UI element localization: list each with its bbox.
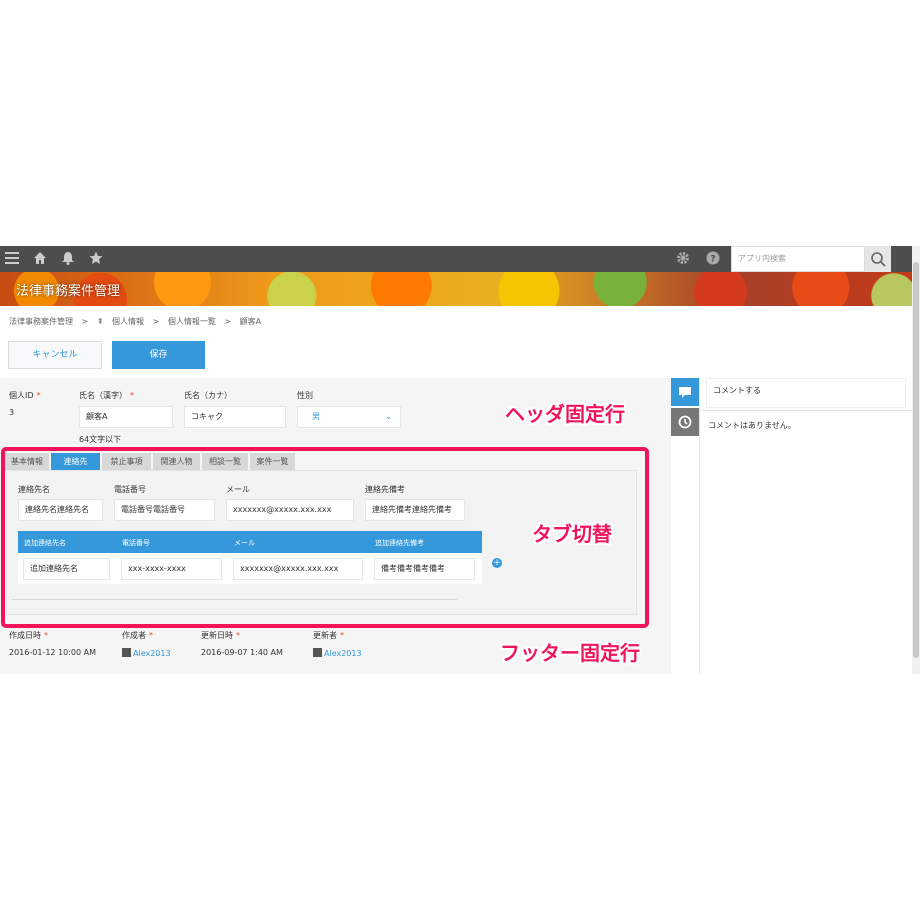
- id-label: 個人ID *: [9, 391, 41, 400]
- name-kanji-label: 氏名（漢字） *: [79, 391, 134, 400]
- name-kana-field[interactable]: コキャク: [184, 406, 286, 428]
- no-comments-message: コメントはありません。: [708, 421, 796, 430]
- menu-icon[interactable]: [5, 251, 19, 269]
- top-bar: ? アプリ内検索: [0, 246, 912, 272]
- updater-value: Alex2013: [313, 648, 362, 658]
- breadcrumb-app[interactable]: 法律事務案件管理: [9, 317, 73, 326]
- updated-at-value: 2016-09-07 1:40 AM: [201, 648, 283, 657]
- breadcrumb-record: 顧客A: [239, 317, 262, 326]
- breadcrumb-space[interactable]: 個人情報: [112, 317, 144, 326]
- app-title: 法律事務案件管理: [16, 284, 121, 299]
- chevron-down-icon: ⌄: [385, 412, 392, 421]
- creator-link[interactable]: Alex2013: [133, 649, 171, 658]
- star-icon[interactable]: [89, 251, 103, 269]
- divider: [700, 410, 912, 411]
- gender-select[interactable]: 男 ⌄: [297, 406, 401, 428]
- app-header-banner: 法律事務案件管理: [0, 272, 912, 306]
- breadcrumb: 法律事務案件管理 > ⇞ 個人情報 > 個人情報一覧 > 顧客A: [9, 316, 267, 327]
- help-icon[interactable]: ?: [706, 251, 720, 269]
- comment-input[interactable]: コメントする: [706, 378, 906, 408]
- updater-link[interactable]: Alex2013: [324, 649, 362, 658]
- comment-placeholder: コメントする: [713, 386, 761, 395]
- gender-label: 性別: [297, 391, 313, 400]
- svg-text:?: ?: [710, 255, 715, 265]
- annotation-tabs: タブ切替: [532, 522, 612, 546]
- updated-at-label: 更新日時 *: [201, 631, 240, 640]
- comment-pane: コメントする コメントはありません。: [699, 378, 912, 674]
- id-value: 3: [9, 408, 15, 417]
- breadcrumb-separator: >: [152, 317, 160, 326]
- updater-label: 更新者 *: [313, 631, 344, 640]
- annotation-footer: フッター固定行: [500, 641, 640, 665]
- created-at-label: 作成日時 *: [9, 631, 48, 640]
- home-icon[interactable]: [33, 251, 47, 269]
- pin-icon: ⇞: [96, 317, 104, 326]
- search-input[interactable]: アプリ内検索: [731, 246, 865, 272]
- search-icon: [871, 252, 886, 267]
- save-button[interactable]: 保存: [112, 341, 205, 369]
- scrollbar[interactable]: [912, 246, 920, 674]
- search-button[interactable]: [865, 246, 891, 272]
- search-placeholder: アプリ内検索: [738, 254, 786, 263]
- name-kanji-field[interactable]: 顧客A: [79, 406, 173, 428]
- scrollbar-thumb[interactable]: [913, 262, 919, 658]
- cancel-button[interactable]: キャンセル: [8, 341, 102, 369]
- annotation-header: ヘッダ固定行: [505, 402, 625, 426]
- breadcrumb-separator: >: [81, 317, 89, 326]
- creator-value: Alex2013: [122, 648, 171, 658]
- user-icon: [313, 648, 322, 657]
- gear-icon[interactable]: [676, 251, 690, 269]
- name-kanji-hint: 64文字以下: [79, 435, 122, 444]
- user-icon: [122, 648, 131, 657]
- name-kana-label: 氏名（カナ）: [184, 391, 232, 400]
- breadcrumb-list[interactable]: 個人情報一覧: [168, 317, 216, 326]
- history-icon[interactable]: [671, 408, 699, 436]
- created-at-value: 2016-01-12 10:00 AM: [9, 648, 97, 657]
- creator-label: 作成者 *: [122, 631, 153, 640]
- breadcrumb-separator: >: [224, 317, 232, 326]
- bell-icon[interactable]: [61, 251, 75, 269]
- side-toolbar: [671, 378, 699, 674]
- comment-icon[interactable]: [671, 378, 699, 406]
- gender-value: 男: [312, 412, 320, 421]
